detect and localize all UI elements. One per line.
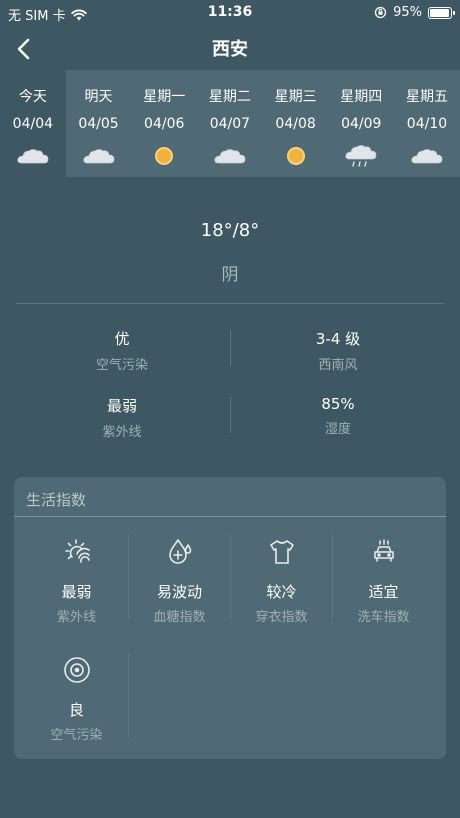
sunny-icon xyxy=(279,144,313,168)
life-index-label: 血糖指数 xyxy=(153,610,206,625)
stat-label: 湿度 xyxy=(324,422,351,437)
battery-icon xyxy=(428,6,455,19)
current-temperature: 18°/8° xyxy=(200,220,260,241)
life-index-item[interactable]: 良 空气污染 xyxy=(26,655,127,765)
stat-humidity: 85% 湿度 xyxy=(238,395,438,437)
forecast-day[interactable]: 星期一 04/06 xyxy=(131,70,197,177)
battery-fill xyxy=(430,8,449,17)
stat-value: 优 xyxy=(114,330,130,348)
cloudy-icon xyxy=(16,144,50,168)
divider xyxy=(16,303,444,304)
life-index-label: 空气污染 xyxy=(50,728,103,743)
forecast-day[interactable]: 星期五 04/10 xyxy=(394,70,460,177)
sunny-icon xyxy=(147,144,181,168)
target-icon xyxy=(26,655,127,685)
forecast-day[interactable]: 今天 04/04 xyxy=(0,70,66,177)
forecast-day-date: 04/05 xyxy=(78,116,119,132)
stat-label: 紫外线 xyxy=(102,425,142,440)
forecast-day-name: 星期二 xyxy=(208,89,251,105)
tshirt-icon xyxy=(231,537,332,567)
rain-icon xyxy=(344,144,378,168)
forecast-day-name: 星期五 xyxy=(405,89,448,105)
nav-bar: 西安 xyxy=(0,26,460,70)
forecast-day-name: 星期一 xyxy=(143,89,186,105)
stat-air-quality: 优 空气污染 xyxy=(22,328,222,373)
forecast-day-name: 星期四 xyxy=(340,89,383,105)
life-index-item[interactable]: 最弱 紫外线 xyxy=(26,537,127,647)
forecast-strip[interactable]: 今天 04/04 明天 04/05 星期一 04/06 星期二 04/07 星期… xyxy=(0,70,460,177)
forecast-day-date: 04/06 xyxy=(144,116,185,132)
life-index-card: 生活指数 最弱 紫外线 易波动 血糖指数 较冷 穿衣指数 适宜 洗车指数 良 空… xyxy=(14,477,446,759)
cloudy-icon xyxy=(82,144,116,168)
index-divider xyxy=(128,653,129,737)
forecast-day[interactable]: 星期四 04/09 xyxy=(328,70,394,177)
forecast-day-date: 04/09 xyxy=(341,116,382,132)
forecast-day[interactable]: 星期二 04/07 xyxy=(197,70,263,177)
life-index-value: 较冷 xyxy=(266,583,297,601)
stat-wind: 3-4 级 西南风 xyxy=(238,328,438,373)
status-right: 95% xyxy=(374,5,455,20)
battery-percent: 95% xyxy=(393,5,422,20)
stat-label: 西南风 xyxy=(318,358,358,373)
life-index-title: 生活指数 xyxy=(26,491,87,509)
stat-label: 空气污染 xyxy=(95,358,148,373)
life-index-value: 最弱 xyxy=(61,583,92,601)
stat-divider xyxy=(230,330,231,366)
stat-value: 85% xyxy=(321,395,355,413)
orientation-lock-icon xyxy=(374,6,387,19)
life-index-value: 良 xyxy=(68,701,84,719)
life-index-label: 紫外线 xyxy=(56,610,96,625)
life-index-item[interactable]: 易波动 血糖指数 xyxy=(129,537,230,647)
stat-value: 3-4 级 xyxy=(315,330,361,348)
life-index-label: 洗车指数 xyxy=(357,610,410,625)
forecast-day-name: 星期三 xyxy=(274,89,317,105)
status-bar: 无 SIM 卡 11:36 95% xyxy=(0,0,460,26)
forecast-day-name: 明天 xyxy=(84,89,113,105)
stat-divider xyxy=(230,397,231,433)
forecast-day-name: 今天 xyxy=(18,89,47,105)
page-title: 西安 xyxy=(212,39,248,60)
car-wash-icon xyxy=(333,537,434,567)
life-index-item[interactable]: 较冷 穿衣指数 xyxy=(231,537,332,647)
life-index-value: 易波动 xyxy=(156,583,202,601)
card-divider xyxy=(14,516,446,517)
life-index-item[interactable]: 适宜 洗车指数 xyxy=(333,537,434,647)
forecast-day-date: 04/07 xyxy=(209,116,251,132)
current-condition: 阴 xyxy=(221,265,239,285)
forecast-day-date: 04/10 xyxy=(406,116,448,132)
life-index-value: 适宜 xyxy=(368,583,399,601)
forecast-day[interactable]: 星期三 04/08 xyxy=(263,70,329,177)
forecast-day-date: 04/08 xyxy=(275,116,316,132)
stat-uv: 最弱 紫外线 xyxy=(22,395,222,440)
cloudy-icon xyxy=(410,144,444,168)
forecast-day[interactable]: 明天 04/05 xyxy=(66,70,132,177)
blood-drop-icon xyxy=(129,537,230,567)
sun-uv-icon xyxy=(26,537,127,567)
stat-value: 最弱 xyxy=(106,397,137,415)
forecast-day-date: 04/04 xyxy=(12,116,54,132)
cloudy-icon xyxy=(213,144,247,168)
life-index-label: 穿衣指数 xyxy=(255,610,308,625)
